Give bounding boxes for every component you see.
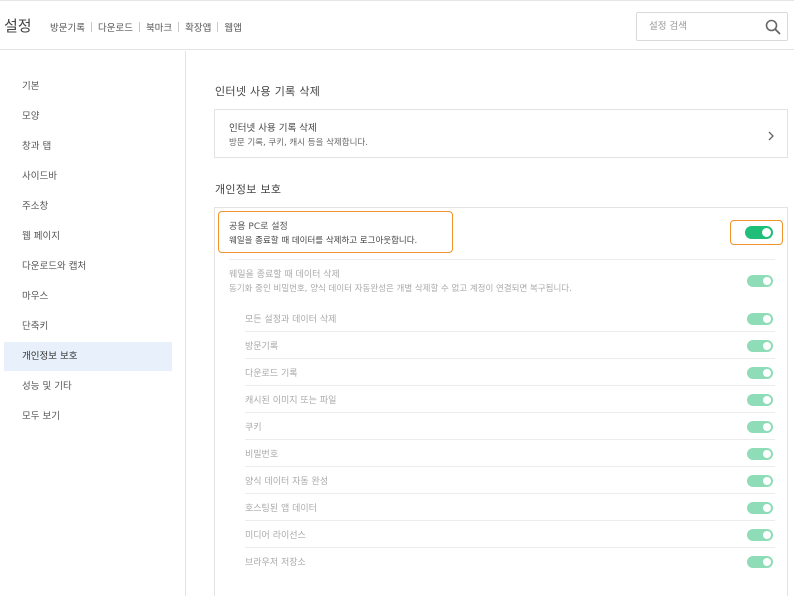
search-icon[interactable] (765, 19, 781, 35)
item-passwords-label: 비밀번호 (245, 450, 279, 460)
item-cookies-label: 쿠키 (245, 423, 262, 433)
toggle-knob (763, 504, 771, 512)
toggle-knob (763, 477, 771, 485)
item-downloads-toggle[interactable] (747, 367, 773, 379)
downloads-link[interactable]: 다운로드 (98, 20, 133, 34)
sidebar-item-shortcuts[interactable]: 단축키 (4, 312, 172, 341)
on-exit-desc: 동기화 중인 비밀번호, 양식 데이터 자동완성은 개별 삭제할 수 없고 계정… (229, 284, 572, 294)
sidebar-item-privacy[interactable]: 개인정보 보호 (4, 342, 172, 371)
sidebar-item-web-page[interactable]: 웹 페이지 (4, 222, 172, 251)
toggle-knob (762, 228, 771, 237)
item-all-settings-toggle[interactable] (747, 313, 773, 325)
divider (245, 466, 775, 467)
search-box (636, 12, 788, 41)
divider (245, 439, 775, 440)
link-separator (178, 22, 180, 32)
item-history-toggle[interactable] (747, 340, 773, 352)
search-input[interactable] (637, 13, 757, 40)
chevron-right-icon (766, 127, 776, 141)
toggle-knob (763, 315, 771, 323)
sidebar-item-mouse[interactable]: 마우스 (4, 282, 172, 311)
sidebar-item-address-bar[interactable]: 주소창 (4, 192, 172, 221)
on-exit-title: 웨일을 종료할 때 데이터 삭제 (229, 270, 340, 280)
item-hosted-apps-label: 호스팅된 앱 데이터 (245, 504, 317, 514)
item-cookies-toggle[interactable] (747, 421, 773, 433)
divider (245, 520, 775, 521)
divider (245, 547, 775, 548)
sidebar-item-performance[interactable]: 성능 및 기타 (4, 372, 172, 401)
link-separator (90, 22, 92, 32)
item-autofill-label: 양식 데이터 자동 완성 (245, 477, 329, 487)
bookmarks-link[interactable]: 북마크 (146, 20, 172, 34)
sidebar-item-downloads-capture[interactable]: 다운로드와 캡처 (4, 252, 172, 281)
divider (245, 385, 775, 386)
sidebar-item-view-all[interactable]: 모두 보기 (4, 402, 172, 431)
item-browser-storage-toggle[interactable] (747, 556, 773, 568)
toggle-knob (763, 558, 771, 566)
item-media-licenses-label: 미디어 라이선스 (245, 531, 306, 541)
item-cache-toggle[interactable] (747, 394, 773, 406)
item-all-settings-label: 모든 설정과 데이터 삭제 (245, 315, 337, 325)
item-passwords-toggle[interactable] (747, 448, 773, 460)
divider (245, 358, 775, 359)
public-pc-highlight (218, 211, 453, 253)
link-separator (217, 22, 219, 32)
top-links: 방문기록 다운로드 북마크 확장앱 웹앱 (50, 20, 242, 34)
clear-history-desc: 방문 기록, 쿠키, 캐시 등을 삭제합니다. (229, 138, 368, 148)
toggle-knob (763, 450, 771, 458)
extensions-link[interactable]: 확장앱 (185, 20, 211, 34)
toggle-knob (763, 531, 771, 539)
sidebar-item-appearance[interactable]: 모양 (4, 102, 172, 131)
top-bar: 설정 방문기록 다운로드 북마크 확장앱 웹앱 (0, 0, 794, 50)
main-content: 인터넷 사용 기록 삭제 인터넷 사용 기록 삭제 방문 기록, 쿠키, 캐시 … (187, 51, 794, 596)
sidebar-item-sidebar[interactable]: 사이드바 (4, 162, 172, 191)
divider (229, 259, 775, 260)
toggle-knob (763, 369, 771, 377)
item-cache-label: 캐시된 이미지 또는 파일 (245, 396, 337, 406)
item-media-licenses-toggle[interactable] (747, 529, 773, 541)
toggle-knob (763, 342, 771, 350)
on-exit-toggle[interactable] (747, 275, 773, 287)
public-pc-title: 공용 PC로 설정 (229, 222, 288, 232)
section-title-privacy: 개인정보 보호 (215, 183, 282, 196)
item-history-label: 방문기록 (245, 342, 279, 352)
section-title-clear-history: 인터넷 사용 기록 삭제 (215, 85, 321, 98)
link-separator (138, 22, 140, 32)
app-title: 설정 (4, 17, 32, 35)
toggle-knob (763, 423, 771, 431)
public-pc-toggle[interactable] (745, 226, 773, 239)
item-hosted-apps-toggle[interactable] (747, 502, 773, 514)
sidebar-item-basic[interactable]: 기본 (4, 72, 172, 101)
clear-history-row[interactable]: 인터넷 사용 기록 삭제 방문 기록, 쿠키, 캐시 등을 삭제합니다. (214, 109, 788, 158)
sidebar: 기본 모양 창과 탭 사이드바 주소창 웹 페이지 다운로드와 캡처 마우스 단… (0, 51, 186, 596)
webapps-link[interactable]: 웹앱 (224, 20, 241, 34)
toggle-knob (763, 396, 771, 404)
privacy-card: 공용 PC로 설정 웨일을 종료할 때 데이터를 삭제하고 로그아웃합니다. 웨… (214, 207, 788, 596)
item-browser-storage-label: 브라우저 저장소 (245, 558, 306, 568)
item-autofill-toggle[interactable] (747, 475, 773, 487)
toggle-knob (763, 277, 771, 285)
clear-history-title: 인터넷 사용 기록 삭제 (229, 123, 317, 134)
divider (245, 493, 775, 494)
divider (245, 412, 775, 413)
public-pc-desc: 웨일을 종료할 때 데이터를 삭제하고 로그아웃합니다. (229, 236, 418, 246)
sidebar-item-windows-tabs[interactable]: 창과 탭 (4, 132, 172, 161)
divider (245, 331, 775, 332)
history-link[interactable]: 방문기록 (50, 20, 85, 34)
item-downloads-label: 다운로드 기록 (245, 369, 298, 379)
